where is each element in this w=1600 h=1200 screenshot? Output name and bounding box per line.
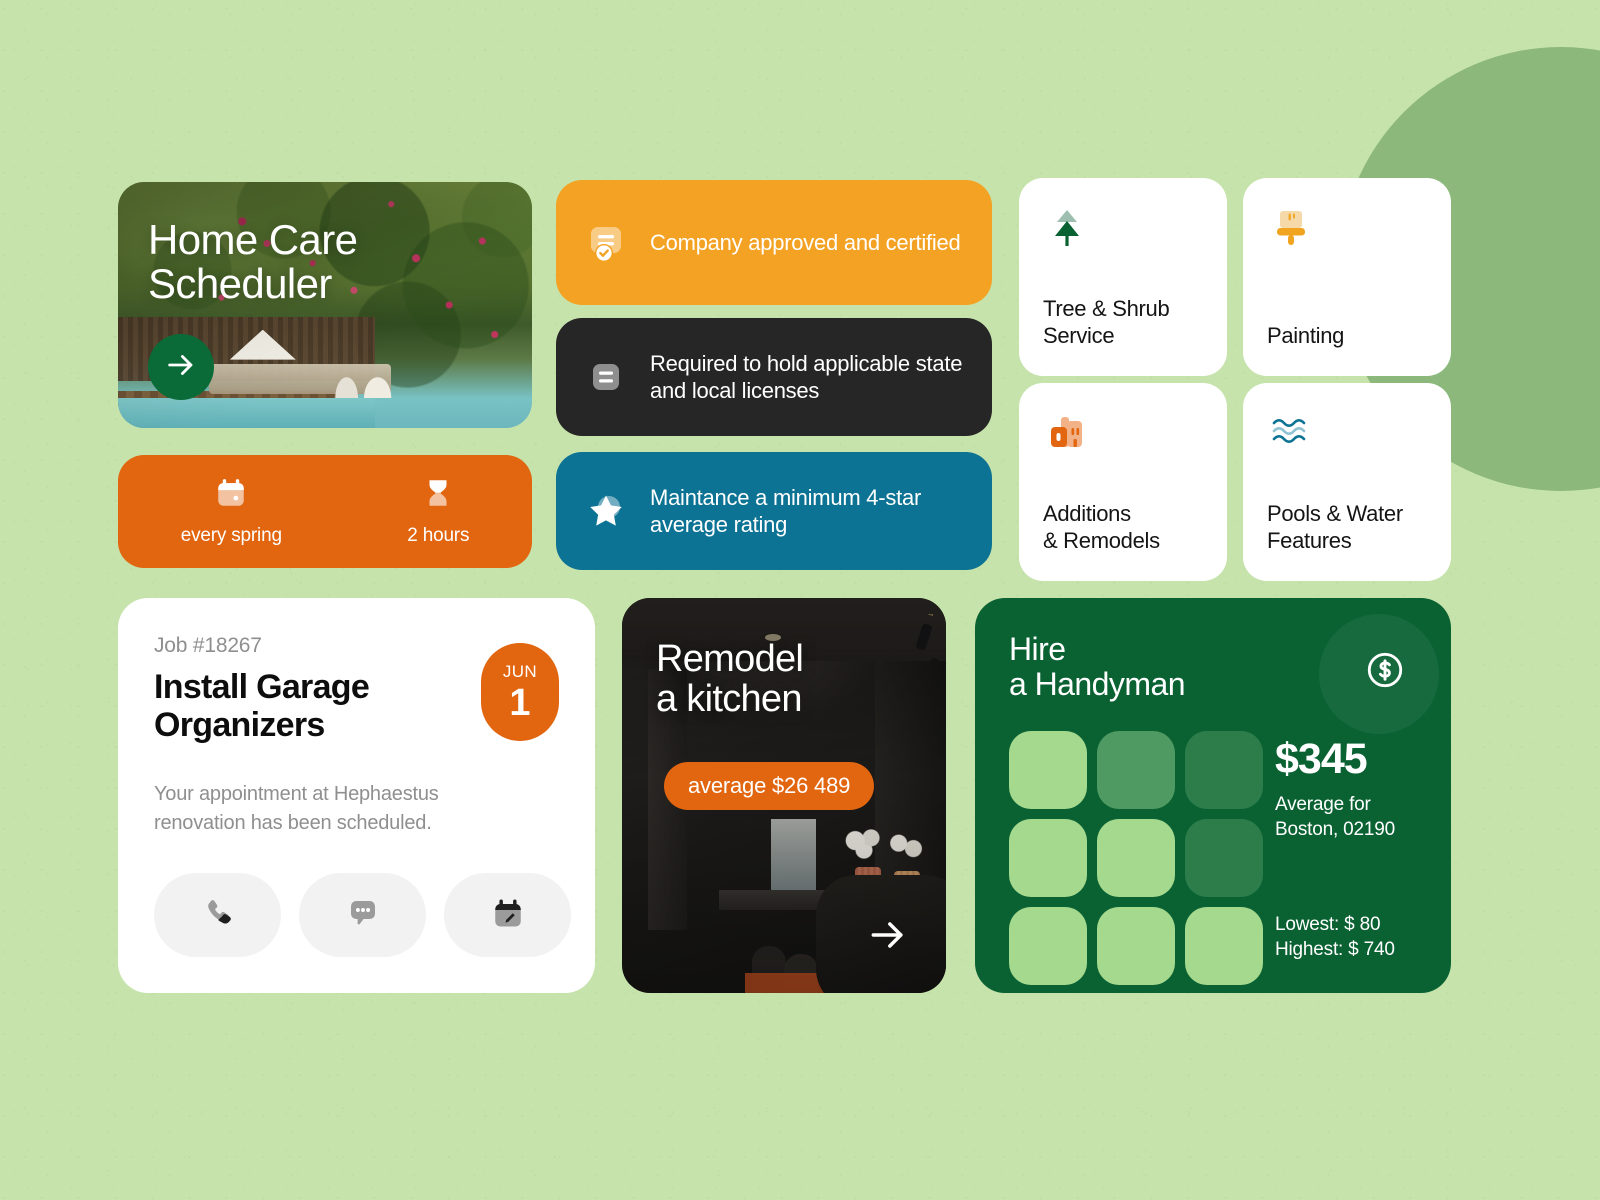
service-tile-additions-remodels[interactable]: Additions & Remodels bbox=[1019, 383, 1227, 581]
hero-card[interactable]: Home Care Scheduler bbox=[118, 182, 532, 428]
meta-item-frequency: every spring bbox=[181, 476, 282, 547]
kitchen-cta-button[interactable] bbox=[840, 889, 936, 985]
grid-cell bbox=[1185, 819, 1263, 897]
job-description: Your appointment at Hephaestus renovatio… bbox=[154, 783, 439, 834]
dashboard-canvas: Home Care Scheduler every spring 2 hours… bbox=[0, 0, 1600, 1200]
phone-icon bbox=[200, 895, 236, 936]
certified-document-icon bbox=[582, 219, 630, 267]
message-button[interactable] bbox=[299, 873, 426, 957]
service-tile-painting-label: Painting bbox=[1267, 323, 1345, 349]
job-title: Install Garage Organizers bbox=[154, 668, 370, 745]
job-date-day: 1 bbox=[509, 682, 531, 724]
kitchen-average-price-pill[interactable]: average $26 489 bbox=[664, 762, 875, 810]
service-tile-tree-shrub-label: Tree & Shrub Service bbox=[1043, 296, 1170, 349]
service-tile-pools-water[interactable]: Pools & Water Features bbox=[1243, 383, 1451, 581]
building-icon bbox=[1043, 409, 1091, 457]
handyman-location-label: Average for Boston, 02190 bbox=[1275, 794, 1395, 840]
grid-cell bbox=[1185, 731, 1263, 809]
dollar-circle-icon[interactable] bbox=[1357, 642, 1413, 698]
message-icon bbox=[345, 895, 381, 936]
service-tile-pools-water-label: Pools & Water Features bbox=[1267, 501, 1403, 554]
info-card-rating-text: Maintance a minimum 4-star average ratin… bbox=[650, 484, 922, 538]
info-card-certified[interactable]: Company approved and certified bbox=[556, 180, 992, 305]
hourglass-icon bbox=[421, 476, 455, 515]
info-card-rating[interactable]: Maintance a minimum 4-star average ratin… bbox=[556, 452, 992, 570]
kitchen-title: Remodel a kitchen bbox=[656, 638, 804, 720]
grid-cell bbox=[1097, 819, 1175, 897]
service-tile-additions-remodels-label: Additions & Remodels bbox=[1043, 501, 1160, 554]
reschedule-button[interactable] bbox=[444, 873, 571, 957]
grid-cell bbox=[1009, 819, 1087, 897]
call-button[interactable] bbox=[154, 873, 281, 957]
meta-item-duration: 2 hours bbox=[407, 476, 469, 547]
grid-cell bbox=[1097, 731, 1175, 809]
schedule-meta-bar: every spring 2 hours bbox=[118, 455, 532, 568]
tree-icon bbox=[1043, 204, 1091, 252]
grid-cell bbox=[1009, 907, 1087, 985]
star-rating-icon bbox=[582, 487, 630, 535]
meta-duration-label: 2 hours bbox=[407, 525, 470, 546]
waves-icon bbox=[1267, 409, 1315, 457]
handyman-average-price: $345 bbox=[1275, 735, 1368, 783]
service-tile-painting[interactable]: Painting bbox=[1243, 178, 1451, 376]
grid-cell bbox=[1185, 907, 1263, 985]
calendar-edit-icon bbox=[490, 895, 526, 936]
calendar-icon bbox=[214, 476, 248, 515]
hero-title: Home Care Scheduler bbox=[148, 216, 358, 307]
handyman-price-block: $345 Average for Boston, 02190 bbox=[1275, 738, 1435, 842]
handyman-price-grid bbox=[1009, 731, 1263, 985]
grid-cell bbox=[1009, 731, 1087, 809]
job-card: Job #18267 Install Garage Organizers You… bbox=[118, 598, 595, 993]
hero-cta-button[interactable] bbox=[148, 334, 214, 400]
info-card-certified-text: Company approved and certified bbox=[650, 229, 961, 255]
kitchen-remodel-card[interactable]: Remodel a kitchen average $26 489 bbox=[622, 598, 946, 993]
meta-frequency-label: every spring bbox=[180, 525, 282, 546]
job-actions bbox=[154, 873, 571, 957]
info-card-licenses-text: Required to hold applicable state and lo… bbox=[650, 350, 963, 404]
service-tile-tree-shrub[interactable]: Tree & Shrub Service bbox=[1019, 178, 1227, 376]
kitchen-average-price-label: average $26 489 bbox=[688, 773, 851, 798]
job-date-badge[interactable]: JUN 1 bbox=[481, 643, 559, 741]
paint-brush-icon bbox=[1267, 204, 1315, 252]
arrow-right-icon bbox=[164, 348, 198, 387]
info-card-licenses[interactable]: Required to hold applicable state and lo… bbox=[556, 318, 992, 436]
grid-cell bbox=[1097, 907, 1175, 985]
job-date-month: JUN bbox=[502, 662, 538, 681]
handyman-title: Hire a Handyman bbox=[1009, 631, 1186, 702]
handyman-card[interactable]: Hire a Handyman $345 Average for Boston,… bbox=[975, 598, 1451, 993]
arrow-right-icon bbox=[866, 913, 910, 962]
handyman-price-range: Lowest: $ 80 Highest: $ 740 bbox=[1275, 913, 1395, 961]
license-document-icon bbox=[582, 353, 630, 401]
